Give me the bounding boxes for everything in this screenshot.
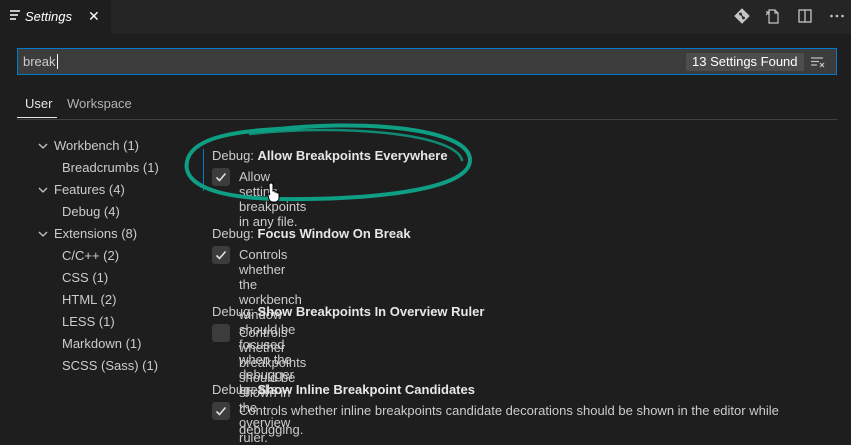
- check-icon: [215, 406, 227, 416]
- tree-item-markdown[interactable]: Markdown (1): [62, 336, 141, 351]
- more-actions-icon[interactable]: [828, 7, 848, 27]
- tree-item-html[interactable]: HTML (2): [62, 292, 116, 307]
- tree-item-features[interactable]: Features (4): [54, 182, 125, 197]
- chevron-down-icon[interactable]: [37, 184, 49, 196]
- setting-title: Allow Breakpoints Everywhere: [257, 148, 448, 163]
- tree-item-css[interactable]: CSS (1): [62, 270, 108, 285]
- close-icon[interactable]: ✕: [88, 8, 100, 25]
- clear-filter-icon[interactable]: [810, 55, 826, 69]
- header-divider: [17, 119, 837, 120]
- checkbox[interactable]: [212, 324, 230, 342]
- setting-title: Focus Window On Break: [257, 226, 411, 241]
- text-cursor: [56, 54, 58, 69]
- focused-setting-indicator: [203, 149, 204, 191]
- tree-item-breadcrumbs[interactable]: Breadcrumbs (1): [62, 160, 159, 175]
- check-icon: [215, 172, 227, 182]
- settings-tab[interactable]: Settings ✕: [0, 0, 111, 34]
- tree-item-extensions[interactable]: Extensions (8): [54, 226, 137, 241]
- split-editor-icon[interactable]: [796, 7, 816, 27]
- search-value: break: [23, 54, 56, 69]
- tree-item-cpp[interactable]: C/C++ (2): [62, 248, 119, 263]
- setting-category: Debug:: [212, 226, 258, 241]
- chevron-down-icon[interactable]: [37, 228, 49, 240]
- settings-search-input[interactable]: break 13 Settings Found: [17, 48, 837, 75]
- setting-category: Debug:: [212, 304, 258, 319]
- setting-description-continued: debugging.: [239, 422, 304, 437]
- checkbox[interactable]: [212, 402, 230, 420]
- setting-title: Show Breakpoints In Overview Ruler: [257, 304, 485, 319]
- setting-category: Debug:: [212, 148, 258, 163]
- chevron-down-icon[interactable]: [37, 140, 49, 152]
- list-icon: [10, 10, 20, 22]
- setting-description: Allow setting breakpoints in any file.: [239, 169, 307, 229]
- tree-item-workbench[interactable]: Workbench (1): [54, 138, 139, 153]
- editor-tab-bar: Settings ✕: [0, 0, 851, 34]
- setting-description: Controls whether inline breakpoints cand…: [239, 403, 779, 418]
- source-control-icon[interactable]: [733, 7, 753, 27]
- tab-user[interactable]: User: [25, 96, 52, 111]
- active-tab-underline: [17, 117, 57, 118]
- checkbox[interactable]: [212, 168, 230, 186]
- checkbox[interactable]: [212, 246, 230, 264]
- tab-title: Settings: [25, 9, 72, 24]
- setting-category: Debug:: [212, 382, 258, 397]
- tree-item-debug[interactable]: Debug (4): [62, 204, 120, 219]
- check-icon: [215, 250, 227, 260]
- tree-item-less[interactable]: LESS (1): [62, 314, 115, 329]
- setting-title: Show Inline Breakpoint Candidates: [257, 382, 475, 397]
- results-count-badge: 13 Settings Found: [686, 53, 804, 71]
- tree-item-scss[interactable]: SCSS (Sass) (1): [62, 358, 158, 373]
- tab-workspace[interactable]: Workspace: [67, 96, 132, 111]
- open-json-icon[interactable]: [764, 7, 784, 27]
